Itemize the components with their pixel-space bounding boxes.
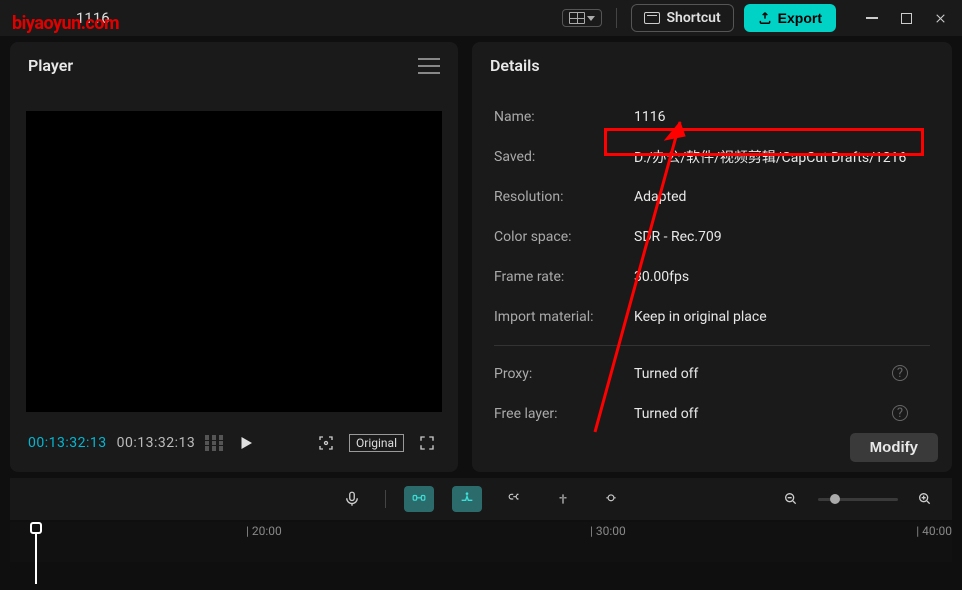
freelayer-value: Turned off bbox=[634, 406, 698, 422]
player-panel: Player 00:13:32:13 00:13:32:13 Original bbox=[10, 42, 458, 472]
minimize-button[interactable] bbox=[856, 4, 888, 32]
preview-toggle-button[interactable] bbox=[596, 486, 626, 512]
zoom-out-button[interactable] bbox=[776, 486, 806, 512]
import-label: Import material: bbox=[494, 309, 634, 325]
row-resolution: Resolution: Adapted bbox=[494, 177, 930, 217]
play-button[interactable] bbox=[233, 432, 259, 454]
separator bbox=[494, 345, 930, 346]
minimize-icon bbox=[866, 17, 878, 19]
close-button[interactable] bbox=[924, 4, 956, 32]
close-icon bbox=[934, 12, 947, 25]
timeline-ruler[interactable]: | 20:00 | 30:00 | 40:00 bbox=[10, 522, 952, 562]
saved-value: D:/办公/软件/视频剪辑/CapCut Drafts/1216 bbox=[634, 147, 906, 167]
separator bbox=[385, 490, 386, 508]
timecode-current: 00:13:32:13 bbox=[28, 435, 107, 451]
proxy-help-icon[interactable]: ? bbox=[892, 365, 908, 381]
name-value: 1116 bbox=[634, 109, 665, 125]
name-label: Name: bbox=[494, 109, 634, 125]
details-panel: Details Name: 1116 Saved: D:/办公/软件/视频剪辑/… bbox=[472, 42, 952, 472]
ruler-tick: | 40:00 bbox=[916, 524, 952, 538]
row-colorspace: Color space: SDR - Rec.709 bbox=[494, 217, 930, 257]
resolution-label: Resolution: bbox=[494, 189, 634, 205]
modify-button[interactable]: Modify bbox=[850, 433, 938, 462]
project-title: 1116 bbox=[76, 9, 110, 27]
row-import: Import material: Keep in original place bbox=[494, 297, 930, 337]
framerate-value: 30.00fps bbox=[634, 269, 689, 285]
separator bbox=[616, 8, 617, 28]
timecode-total: 00:13:32:13 bbox=[117, 435, 196, 451]
row-saved: Saved: D:/办公/软件/视频剪辑/CapCut Drafts/1216 bbox=[494, 137, 930, 177]
playhead-stem bbox=[35, 534, 37, 584]
proxy-value: Turned off bbox=[634, 366, 698, 382]
color-bars-icon[interactable] bbox=[205, 435, 223, 451]
original-badge[interactable]: Original bbox=[349, 434, 404, 452]
ruler-tick: | 30:00 bbox=[590, 524, 626, 538]
export-icon bbox=[758, 11, 772, 25]
freelayer-help-icon[interactable]: ? bbox=[892, 405, 908, 421]
colorspace-label: Color space: bbox=[494, 229, 634, 245]
player-menu-button[interactable] bbox=[418, 58, 440, 74]
zoom-slider[interactable] bbox=[818, 498, 898, 501]
player-controls: 00:13:32:13 00:13:32:13 Original bbox=[10, 422, 458, 472]
mic-button[interactable] bbox=[337, 486, 367, 512]
auto-snap-button[interactable] bbox=[452, 486, 482, 512]
proxy-label: Proxy: bbox=[494, 366, 634, 382]
row-proxy: Proxy: Turned off ? bbox=[494, 354, 930, 394]
zoom-in-button[interactable] bbox=[910, 486, 940, 512]
title-bar: biyaoyun.com 1116 Shortcut Export bbox=[0, 0, 962, 36]
maximize-button[interactable] bbox=[890, 4, 922, 32]
playhead-knob[interactable] bbox=[30, 522, 42, 534]
export-button[interactable]: Export bbox=[744, 4, 836, 32]
shortcut-button[interactable]: Shortcut bbox=[631, 4, 733, 32]
maximize-icon bbox=[901, 13, 912, 24]
row-freelayer: Free layer: Turned off ? bbox=[494, 394, 930, 423]
export-label: Export bbox=[778, 10, 822, 26]
ruler-tick: | 20:00 bbox=[246, 524, 282, 538]
import-value: Keep in original place bbox=[634, 309, 767, 325]
details-title: Details bbox=[490, 56, 540, 75]
video-canvas[interactable] bbox=[26, 111, 442, 412]
focus-frame-button[interactable] bbox=[313, 432, 339, 454]
saved-label: Saved: bbox=[494, 149, 634, 165]
timeline-toolbar bbox=[10, 478, 952, 520]
framerate-label: Frame rate: bbox=[494, 269, 634, 285]
layout-button[interactable] bbox=[562, 9, 602, 27]
freelayer-label: Free layer: bbox=[494, 406, 634, 422]
row-framerate: Frame rate: 30.00fps bbox=[494, 257, 930, 297]
player-title: Player bbox=[28, 56, 73, 75]
row-name: Name: 1116 bbox=[494, 97, 930, 137]
fullscreen-button[interactable] bbox=[414, 432, 440, 454]
chevron-down-icon bbox=[587, 16, 595, 21]
keyboard-icon bbox=[644, 12, 660, 24]
link-button[interactable] bbox=[500, 486, 530, 512]
shortcut-label: Shortcut bbox=[666, 10, 720, 26]
align-button[interactable] bbox=[548, 486, 578, 512]
resolution-value: Adapted bbox=[634, 189, 686, 205]
magnet-snap-button[interactable] bbox=[404, 486, 434, 512]
layout-icon bbox=[569, 12, 585, 24]
colorspace-value: SDR - Rec.709 bbox=[634, 229, 722, 245]
zoom-slider-thumb[interactable] bbox=[830, 494, 840, 504]
playhead[interactable] bbox=[30, 522, 42, 584]
